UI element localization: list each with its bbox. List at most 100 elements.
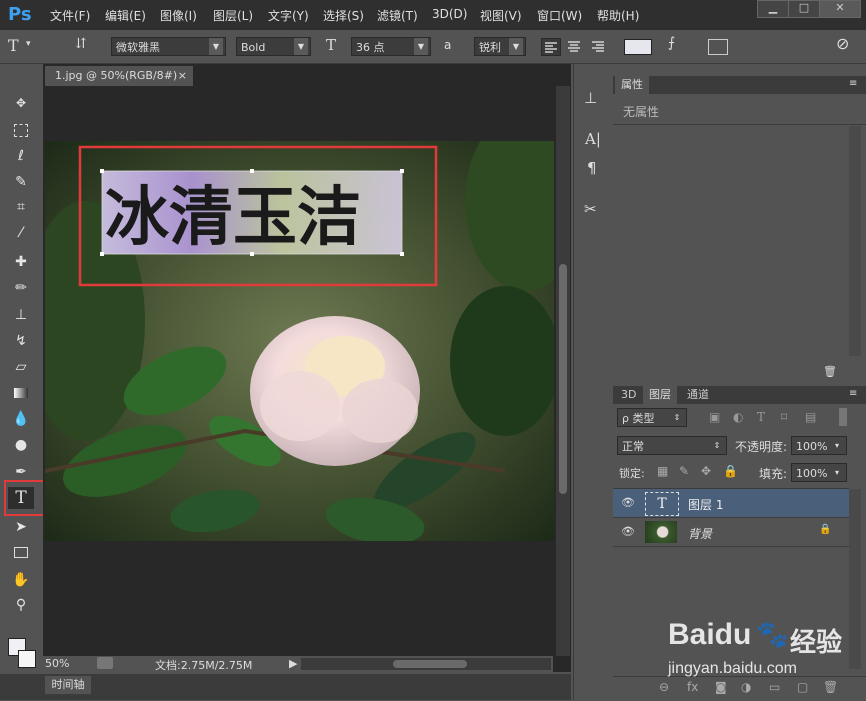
trash-icon[interactable]: 🗑 [823,365,837,378]
maximize-button[interactable]: □ [788,0,820,18]
marquee-tool-icon[interactable] [8,119,34,141]
opacity-input[interactable]: 100% ▾ [791,436,847,455]
visibility-eye-icon[interactable]: 👁 [621,496,635,509]
lasso-tool-icon[interactable]: ℓ [8,145,34,167]
align-right-button[interactable] [589,38,607,54]
layer-name[interactable]: 背景 [688,525,712,542]
lock-transparent-icon[interactable]: ▦ [657,464,668,478]
menu-type[interactable]: 文字(Y) [268,7,309,24]
zoom-level[interactable]: 50% [45,657,69,670]
menu-edit[interactable]: 编辑(E) [105,7,146,24]
close-icon[interactable]: × [178,66,187,86]
vertical-scroll-thumb[interactable] [559,264,567,494]
move-tool-icon[interactable]: ✥ [8,92,34,114]
new-group-icon[interactable]: ▭ [769,680,780,694]
new-layer-icon[interactable]: ▢ [797,680,808,694]
menu-view[interactable]: 视图(V) [480,7,522,24]
align-center-button[interactable] [565,38,583,54]
toggle-orientation-icon[interactable]: ⇵ [75,36,87,52]
layer-mask-icon[interactable]: ◙ [715,680,727,694]
menu-file[interactable]: 文件(F) [50,7,90,24]
play-icon[interactable]: ▶ [289,657,297,670]
canvas-text-layer[interactable]: 冰清玉洁 [105,181,361,255]
layer-row-background[interactable]: 👁 背景 🔒 [613,518,849,547]
path-selection-tool-icon[interactable]: ➤ [8,516,34,538]
panel-menu-icon[interactable]: ≡ [849,78,857,89]
timeline-tab[interactable]: 时间轴 [45,676,91,694]
crop-tool-icon[interactable]: ⌗ [8,196,34,218]
tab-channels[interactable]: 通道 [681,386,715,404]
clone-stamp-tool-icon[interactable]: ⊥ [8,304,34,326]
brush-tool-icon[interactable]: ✏ [8,277,34,299]
tab-layers[interactable]: 图层 [643,386,677,404]
type-tool-preset-icon[interactable]: T [8,36,19,55]
layers-scrollbar[interactable] [849,489,861,669]
zoom-tool-icon[interactable]: ⚲ [8,594,34,616]
dodge-tool-icon[interactable]: ● [8,434,34,456]
text-color-swatch[interactable] [624,39,652,55]
lock-pixels-icon[interactable]: ✎ [679,464,689,478]
vertical-scrollbar[interactable] [556,86,570,656]
quick-select-tool-icon[interactable]: ✎ [8,171,34,193]
shape-filter-icon[interactable]: ⌑ [781,410,787,424]
gradient-tool-icon[interactable] [8,382,34,404]
menu-layer[interactable]: 图层(L) [213,7,253,24]
healing-brush-tool-icon[interactable]: ✚ [8,251,34,273]
menu-help[interactable]: 帮助(H) [597,7,639,24]
pixel-filter-icon[interactable]: ▣ [709,410,720,424]
character-icon[interactable]: A| [585,130,601,148]
align-left-button[interactable] [541,38,561,56]
properties-tab[interactable]: 属性 [615,76,649,94]
properties-scrollbar[interactable] [849,126,861,356]
fill-input[interactable]: 100% ▾ [791,463,847,482]
menu-3d[interactable]: 3D(D) [432,7,467,21]
panel-menu-icon[interactable]: ≡ [849,388,857,399]
blur-tool-icon[interactable]: 💧 [8,408,34,430]
blend-mode-select[interactable]: 正常 ⇕ [617,436,727,455]
minimize-button[interactable]: ▁ [757,0,789,18]
layer-filter-select[interactable]: ρ 类型 ⇕ [617,408,687,427]
menu-filter[interactable]: 滤镜(T) [377,7,418,24]
type-filter-icon[interactable]: T [757,410,765,424]
rectangle-tool-icon[interactable] [8,541,34,563]
chevron-down-icon[interactable]: ▾ [26,39,31,49]
adjustment-filter-icon[interactable]: ◐ [733,410,743,424]
menu-select[interactable]: 选择(S) [323,7,364,24]
character-panel-icon[interactable] [708,39,728,55]
background-color-swatch[interactable] [18,650,36,668]
menu-window[interactable]: 窗口(W) [537,7,582,24]
paragraph-icon[interactable]: ¶ [587,159,597,177]
menu-image[interactable]: 图像(I) [160,7,197,24]
lock-all-icon[interactable]: 🔒 [723,464,738,478]
cancel-icon[interactable]: ⊘ [836,34,849,53]
warp-text-icon[interactable]: ⨍ [668,35,675,51]
anti-alias-select[interactable]: 锐利 ▼ [474,37,526,56]
font-size-select[interactable]: 36 点 ▼ [351,37,431,56]
font-style-select[interactable]: Bold ▼ [236,37,311,56]
visibility-eye-icon[interactable]: 👁 [621,525,635,538]
type-tool-icon[interactable]: T [8,487,34,509]
layer-name[interactable]: 图层 1 [688,496,723,513]
canvas-image[interactable]: 冰清玉洁 [45,141,554,541]
tab-3d[interactable]: 3D [615,386,642,404]
font-family-select[interactable]: 微软雅黑 ▼ [111,37,226,56]
eraser-tool-icon[interactable]: ▱ [8,356,34,378]
eyedropper-tool-icon[interactable]: ⁄ [8,222,34,244]
close-button[interactable]: ✕ [819,0,861,18]
status-icon[interactable] [97,657,113,669]
smart-object-filter-icon[interactable]: ▤ [805,410,816,424]
adjustments-icon[interactable]: ✂ [584,200,597,218]
hand-tool-icon[interactable]: ✋ [8,569,34,591]
layer-style-icon[interactable]: fx [687,680,698,694]
tool-presets-icon[interactable]: ⊥ [584,89,597,107]
lock-position-icon[interactable]: ✥ [701,464,711,478]
filter-toggle[interactable] [839,408,847,426]
horizontal-scrollbar[interactable] [301,658,551,670]
layer-row-text[interactable]: 👁 T 图层 1 [613,489,849,518]
document-tab[interactable]: 1.jpg @ 50%(RGB/8#) × [45,66,193,86]
history-brush-tool-icon[interactable]: ↯ [8,330,34,352]
horizontal-scroll-thumb[interactable] [393,660,467,668]
adjustment-layer-icon[interactable]: ◑ [741,680,751,694]
delete-layer-icon[interactable]: 🗑 [823,680,838,694]
link-layers-icon[interactable]: ⊖ [659,680,669,694]
